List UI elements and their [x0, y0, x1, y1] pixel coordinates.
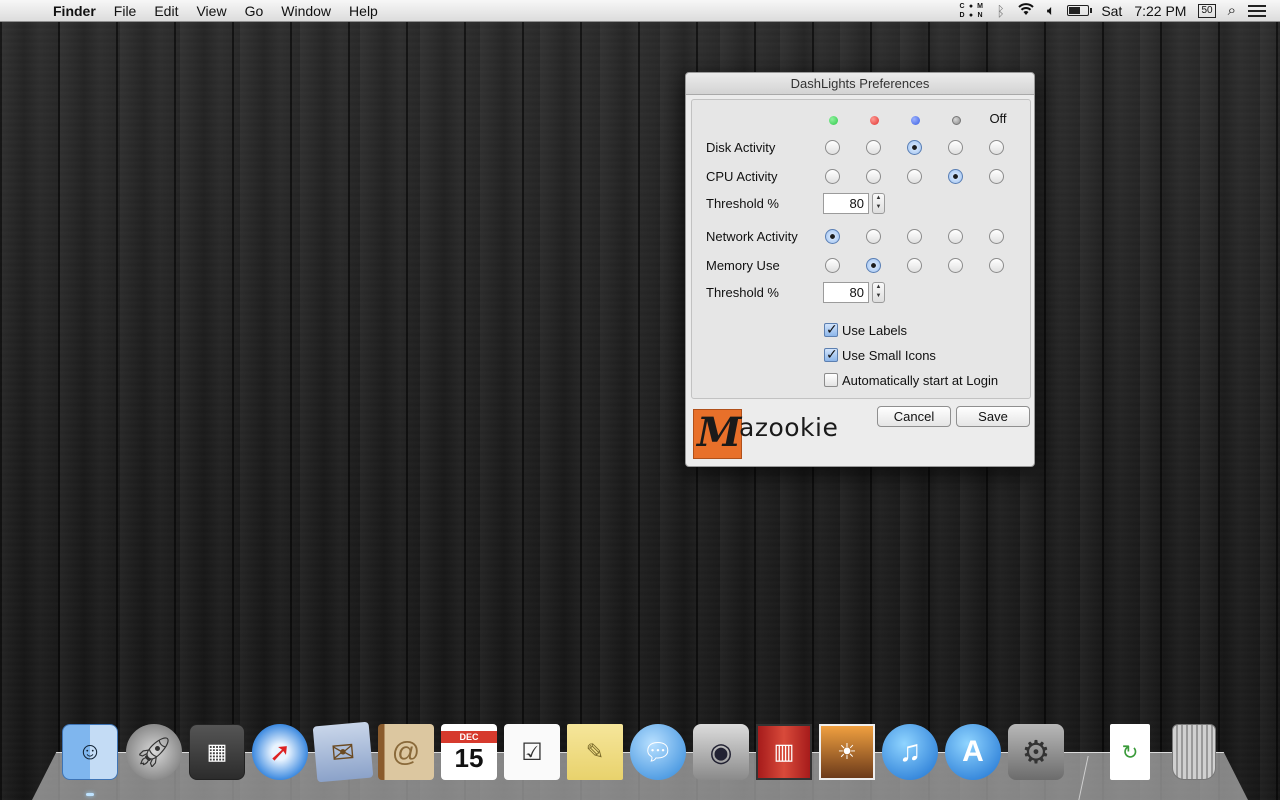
camera-photo-icon[interactable]: ☀	[819, 724, 875, 780]
save-button[interactable]: Save	[956, 406, 1030, 427]
disk-radio-off[interactable]	[989, 140, 1004, 155]
running-indicator	[86, 793, 94, 796]
auto-start-checkbox[interactable]	[824, 373, 838, 387]
network-radio-blue[interactable]	[907, 229, 922, 244]
menu-edit[interactable]: Edit	[145, 0, 187, 22]
use-labels-label[interactable]: Use Labels	[842, 323, 907, 338]
menu-go[interactable]: Go	[236, 0, 273, 22]
music-note-icon[interactable]: ♫	[882, 724, 938, 780]
cpu-activity-label: CPU Activity	[706, 169, 778, 184]
column-blue	[905, 113, 925, 128]
dashlights-letter: N	[977, 11, 983, 19]
calendar-icon[interactable]: DEC 15	[441, 724, 497, 780]
dashlights-dot: ●	[968, 2, 974, 10]
calendar-badge-icon[interactable]: 50	[1198, 3, 1216, 18]
finder-icon[interactable]: ☺	[62, 724, 118, 780]
photo-booth-icon[interactable]: ▥	[756, 724, 812, 780]
disk-radio-green[interactable]	[825, 140, 840, 155]
preferences-panel: Off Disk Activity CPU Activity Threshold…	[691, 99, 1031, 399]
dashlights-letter: C	[959, 2, 965, 10]
wifi-icon[interactable]	[1017, 2, 1035, 19]
volume-icon[interactable]: 🔈︎	[1047, 2, 1055, 19]
auto-start-label[interactable]: Automatically start at Login	[842, 373, 998, 388]
menu-finder[interactable]: Finder	[44, 0, 105, 22]
calendar-month: DEC	[441, 731, 497, 743]
cpu-radio-off[interactable]	[989, 169, 1004, 184]
disk-activity-label: Disk Activity	[706, 140, 776, 155]
memory-use-label: Memory Use	[706, 258, 780, 273]
logo-mark: M	[697, 409, 742, 456]
gray-dot-icon	[951, 116, 961, 125]
clock-time[interactable]: 7:22 PM	[1134, 3, 1186, 19]
window-title[interactable]: DashLights Preferences	[686, 73, 1034, 95]
network-radio-green[interactable]	[825, 229, 840, 244]
column-green	[823, 113, 843, 128]
address-book-icon[interactable]: @	[378, 724, 434, 780]
app-store-icon[interactable]: A	[945, 724, 1001, 780]
chat-bubbles-icon[interactable]: 💬︎	[630, 724, 686, 780]
rocket-icon[interactable]: 🚀︎	[126, 724, 182, 780]
disk-radio-red[interactable]	[866, 140, 881, 155]
memory-radio-off[interactable]	[989, 258, 1004, 273]
menu-window[interactable]: Window	[272, 0, 340, 22]
menu-help[interactable]: Help	[340, 0, 387, 22]
clock-day[interactable]: Sat	[1101, 3, 1122, 19]
cpu-radio-gray[interactable]	[948, 169, 963, 184]
disk-radio-blue[interactable]	[907, 140, 922, 155]
compass-icon[interactable]: ➚	[252, 724, 308, 780]
spotlight-search-icon[interactable]: ⌕	[1228, 2, 1236, 19]
column-off-label: Off	[989, 111, 1007, 126]
column-red	[864, 113, 884, 128]
cpu-threshold-label: Threshold %	[706, 196, 779, 211]
network-radio-off[interactable]	[989, 229, 1004, 244]
column-gray	[946, 113, 966, 128]
red-dot-icon	[869, 116, 879, 125]
mission-control-icon[interactable]: ▦	[189, 724, 245, 780]
cpu-threshold-input[interactable]: 80	[823, 193, 869, 214]
use-small-icons-checkbox[interactable]	[824, 346, 838, 363]
cpu-radio-green[interactable]	[825, 169, 840, 184]
preferences-window: DashLights Preferences Off Disk Activity…	[685, 72, 1035, 467]
network-radio-red[interactable]	[866, 229, 881, 244]
video-camera-icon[interactable]: ◉	[693, 724, 749, 780]
eagle-stamp-icon[interactable]: ✉	[312, 721, 374, 783]
trash-icon[interactable]	[1172, 724, 1216, 780]
memory-threshold-label: Threshold %	[706, 285, 779, 300]
menu-view[interactable]: View	[187, 0, 235, 22]
cpu-threshold-stepper[interactable]: ▲ ▼	[872, 193, 885, 214]
calendar-day: 15	[454, 743, 484, 773]
network-radio-gray[interactable]	[948, 229, 963, 244]
blue-dot-icon	[910, 116, 920, 125]
dashlights-status-icon[interactable]: C ● M D ● N	[958, 2, 985, 20]
memory-radio-blue[interactable]	[907, 258, 922, 273]
cpu-radio-red[interactable]	[866, 169, 881, 184]
memory-threshold-input[interactable]: 80	[823, 282, 869, 303]
checklist-icon[interactable]: ☑	[504, 724, 560, 780]
cpu-radio-blue[interactable]	[907, 169, 922, 184]
battery-icon[interactable]	[1067, 5, 1093, 16]
memory-threshold-stepper[interactable]: ▲ ▼	[872, 282, 885, 303]
menu-bar: Finder File Edit View Go Window Help C ●…	[0, 0, 1280, 22]
document-icon[interactable]: ↻	[1110, 724, 1150, 780]
use-labels-checkbox[interactable]	[824, 321, 838, 338]
gear-icon[interactable]: ⚙	[1008, 724, 1064, 780]
battery-fill	[1069, 7, 1081, 14]
network-activity-label: Network Activity	[706, 229, 798, 244]
notepad-icon[interactable]: ✎	[567, 724, 623, 780]
logo-text: azookie	[739, 413, 839, 442]
memory-radio-red[interactable]	[866, 258, 881, 273]
memory-radio-green[interactable]	[825, 258, 840, 273]
green-dot-icon	[828, 116, 838, 125]
memory-radio-gray[interactable]	[948, 258, 963, 273]
dashlights-letter: D	[959, 11, 965, 19]
disk-radio-gray[interactable]	[948, 140, 963, 155]
notification-center-icon[interactable]	[1248, 4, 1266, 17]
bluetooth-icon[interactable]: ᛒ	[997, 3, 1005, 19]
dashlights-dot: ●	[968, 11, 974, 19]
dashlights-letter: M	[977, 2, 983, 10]
menu-file[interactable]: File	[105, 0, 146, 22]
use-small-icons-label[interactable]: Use Small Icons	[842, 348, 936, 363]
cancel-button[interactable]: Cancel	[877, 406, 951, 427]
